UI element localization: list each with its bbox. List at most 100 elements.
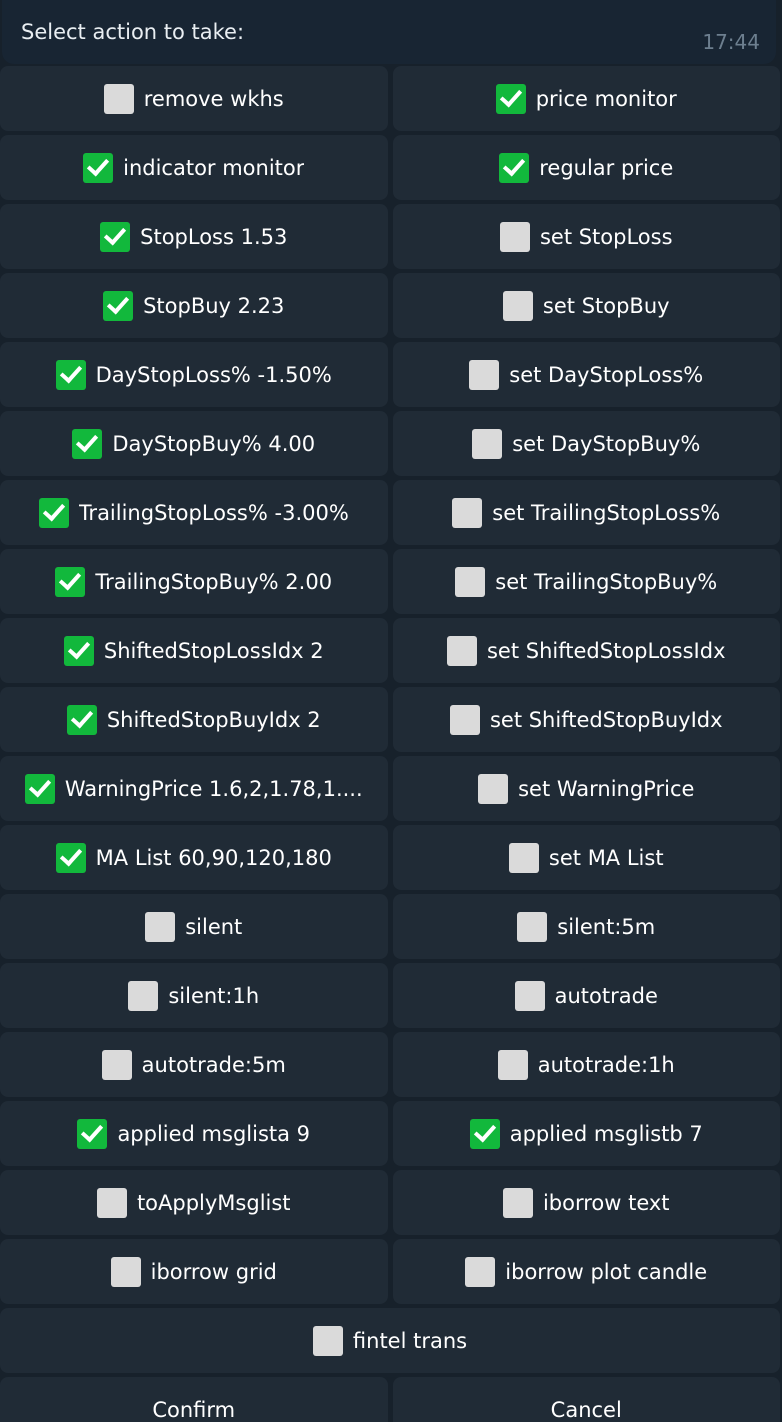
keyboard-row: StopBuy 2.23 set StopBuy xyxy=(0,273,780,338)
keyboard-row: DayStopBuy% 4.00 set DayStopBuy% xyxy=(0,411,780,476)
white-square-icon xyxy=(497,1049,528,1080)
iborrow-plot-candle-button[interactable]: iborrow plot candle xyxy=(392,1239,780,1304)
keyboard-row: remove wkhs price monitor xyxy=(0,66,780,131)
applied-msglista-9-button[interactable]: applied msglista 9 xyxy=(0,1101,388,1166)
white-square-icon xyxy=(478,773,509,804)
iborrow-text-button[interactable]: iborrow text xyxy=(392,1170,780,1235)
fintel-trans-button[interactable]: fintel trans xyxy=(0,1308,780,1373)
check-mark-button-icon xyxy=(103,290,134,321)
daystopbuy-4-00-button[interactable]: DayStopBuy% 4.00 xyxy=(0,411,388,476)
white-square-icon xyxy=(455,566,486,597)
check-mark-button-icon xyxy=(63,635,94,666)
button-label: Cancel xyxy=(550,1397,622,1422)
button-label: toApplyMsglist xyxy=(136,1190,291,1215)
keyboard-row: StopLoss 1.53 set StopLoss xyxy=(0,204,780,269)
button-label: silent:1h xyxy=(168,983,260,1008)
white-square-icon xyxy=(502,1187,533,1218)
white-square-icon xyxy=(312,1325,343,1356)
button-label: silent xyxy=(185,914,243,939)
silent-1h-button[interactable]: silent:1h xyxy=(0,963,388,1028)
iborrow-grid-button[interactable]: iborrow grid xyxy=(0,1239,388,1304)
set-stopbuy-button[interactable]: set StopBuy xyxy=(392,273,780,338)
check-mark-button-icon xyxy=(100,221,131,252)
keyboard-row: toApplyMsglist iborrow text xyxy=(0,1170,780,1235)
button-label: set StopBuy xyxy=(542,293,670,318)
button-label: fintel trans xyxy=(352,1328,468,1353)
bot-message: Select action to take: 17:44 xyxy=(2,0,776,64)
keyboard-row: Confirm Cancel xyxy=(0,1377,780,1422)
autotrade-1h-button[interactable]: autotrade:1h xyxy=(392,1032,780,1097)
white-square-icon xyxy=(452,497,483,528)
warningprice-1-6-2-1-78-1-button[interactable]: WarningPrice 1.6,2,1.78,1.... xyxy=(0,756,388,821)
autotrade-button[interactable]: autotrade xyxy=(392,963,780,1028)
daystoploss-1-50-button[interactable]: DayStopLoss% -1.50% xyxy=(0,342,388,407)
remove-wkhs-button[interactable]: remove wkhs xyxy=(0,66,388,131)
keyboard-row: WarningPrice 1.6,2,1.78,1.... set Warning… xyxy=(0,756,780,821)
keyboard-row: autotrade:5m autotrade:1h xyxy=(0,1032,780,1097)
button-label: Confirm xyxy=(152,1397,236,1422)
set-warningprice-button[interactable]: set WarningPrice xyxy=(392,756,780,821)
autotrade-5m-button[interactable]: autotrade:5m xyxy=(0,1032,388,1097)
button-label: price monitor xyxy=(535,86,677,111)
button-label: autotrade:1h xyxy=(537,1052,675,1077)
check-mark-button-icon xyxy=(83,152,114,183)
check-mark-button-icon xyxy=(55,566,86,597)
set-stoploss-button[interactable]: set StopLoss xyxy=(392,204,780,269)
check-mark-button-icon xyxy=(38,497,69,528)
keyboard-row: ShiftedStopLossIdx 2 set ShiftedStopLossI… xyxy=(0,618,780,683)
white-square-icon xyxy=(101,1049,132,1080)
button-label: TrailingStopLoss% -3.00% xyxy=(78,500,349,525)
set-daystopbuy-button[interactable]: set DayStopBuy% xyxy=(392,411,780,476)
set-shiftedstopbuyidx-button[interactable]: set ShiftedStopBuyIdx xyxy=(392,687,780,752)
white-square-icon xyxy=(446,635,477,666)
white-square-icon xyxy=(110,1256,141,1287)
stopbuy-2-23-button[interactable]: StopBuy 2.23 xyxy=(0,273,388,338)
keyboard-row: silent:1h autotrade xyxy=(0,963,780,1028)
set-shiftedstoplossidx-button[interactable]: set ShiftedStopLossIdx xyxy=(392,618,780,683)
keyboard-row: TrailingStopLoss% -3.00% set TrailingStop… xyxy=(0,480,780,545)
keyboard-row: DayStopLoss% -1.50% set DayStopLoss% xyxy=(0,342,780,407)
set-trailingstopbuy-button[interactable]: set TrailingStopBuy% xyxy=(392,549,780,614)
white-square-icon xyxy=(502,290,533,321)
button-label: TrailingStopBuy% 2.00 xyxy=(95,569,333,594)
button-label: StopLoss 1.53 xyxy=(140,224,288,249)
check-mark-button-icon xyxy=(469,1118,500,1149)
silent-5m-button[interactable]: silent:5m xyxy=(392,894,780,959)
button-label: remove wkhs xyxy=(143,86,284,111)
button-label: WarningPrice 1.6,2,1.78,1.... xyxy=(64,776,363,801)
set-ma-list-button[interactable]: set MA List xyxy=(392,825,780,890)
white-square-icon xyxy=(103,83,134,114)
check-mark-button-icon xyxy=(55,359,86,390)
trailingstoploss-3-00-button[interactable]: TrailingStopLoss% -3.00% xyxy=(0,480,388,545)
price-monitor-button[interactable]: price monitor xyxy=(392,66,780,131)
button-label: set DayStopBuy% xyxy=(512,431,701,456)
keyboard-row: fintel trans xyxy=(0,1308,780,1373)
white-square-icon xyxy=(508,842,539,873)
set-trailingstoploss-button[interactable]: set TrailingStopLoss% xyxy=(392,480,780,545)
silent-button[interactable]: silent xyxy=(0,894,388,959)
button-label: indicator monitor xyxy=(123,155,305,180)
shiftedstoplossidx-2-button[interactable]: ShiftedStopLossIdx 2 xyxy=(0,618,388,683)
button-label: autotrade xyxy=(554,983,658,1008)
trailingstopbuy-2-00-button[interactable]: TrailingStopBuy% 2.00 xyxy=(0,549,388,614)
button-label: StopBuy 2.23 xyxy=(143,293,285,318)
check-mark-button-icon xyxy=(55,842,86,873)
ma-list-60-90-120-180-button[interactable]: MA List 60,90,120,180 xyxy=(0,825,388,890)
set-daystoploss-button[interactable]: set DayStopLoss% xyxy=(392,342,780,407)
indicator-monitor-button[interactable]: indicator monitor xyxy=(0,135,388,200)
button-label: autotrade:5m xyxy=(141,1052,286,1077)
applied-msglistb-7-button[interactable]: applied msglistb 7 xyxy=(392,1101,780,1166)
button-label: DayStopLoss% -1.50% xyxy=(95,362,332,387)
check-mark-button-icon xyxy=(77,1118,108,1149)
button-label: iborrow grid xyxy=(150,1259,277,1284)
button-label: set TrailingStopBuy% xyxy=(495,569,718,594)
regular-price-button[interactable]: regular price xyxy=(392,135,780,200)
stoploss-1-53-button[interactable]: StopLoss 1.53 xyxy=(0,204,388,269)
button-label: set TrailingStopLoss% xyxy=(492,500,721,525)
keyboard-row: iborrow grid iborrow plot candle xyxy=(0,1239,780,1304)
confirm-button[interactable]: Confirm xyxy=(0,1377,388,1422)
keyboard-row: ShiftedStopBuyIdx 2 set ShiftedStopBuyIdx xyxy=(0,687,780,752)
shiftedstopbuyidx-2-button[interactable]: ShiftedStopBuyIdx 2 xyxy=(0,687,388,752)
cancel-button[interactable]: Cancel xyxy=(392,1377,780,1422)
toapplymsglist-button[interactable]: toApplyMsglist xyxy=(0,1170,388,1235)
